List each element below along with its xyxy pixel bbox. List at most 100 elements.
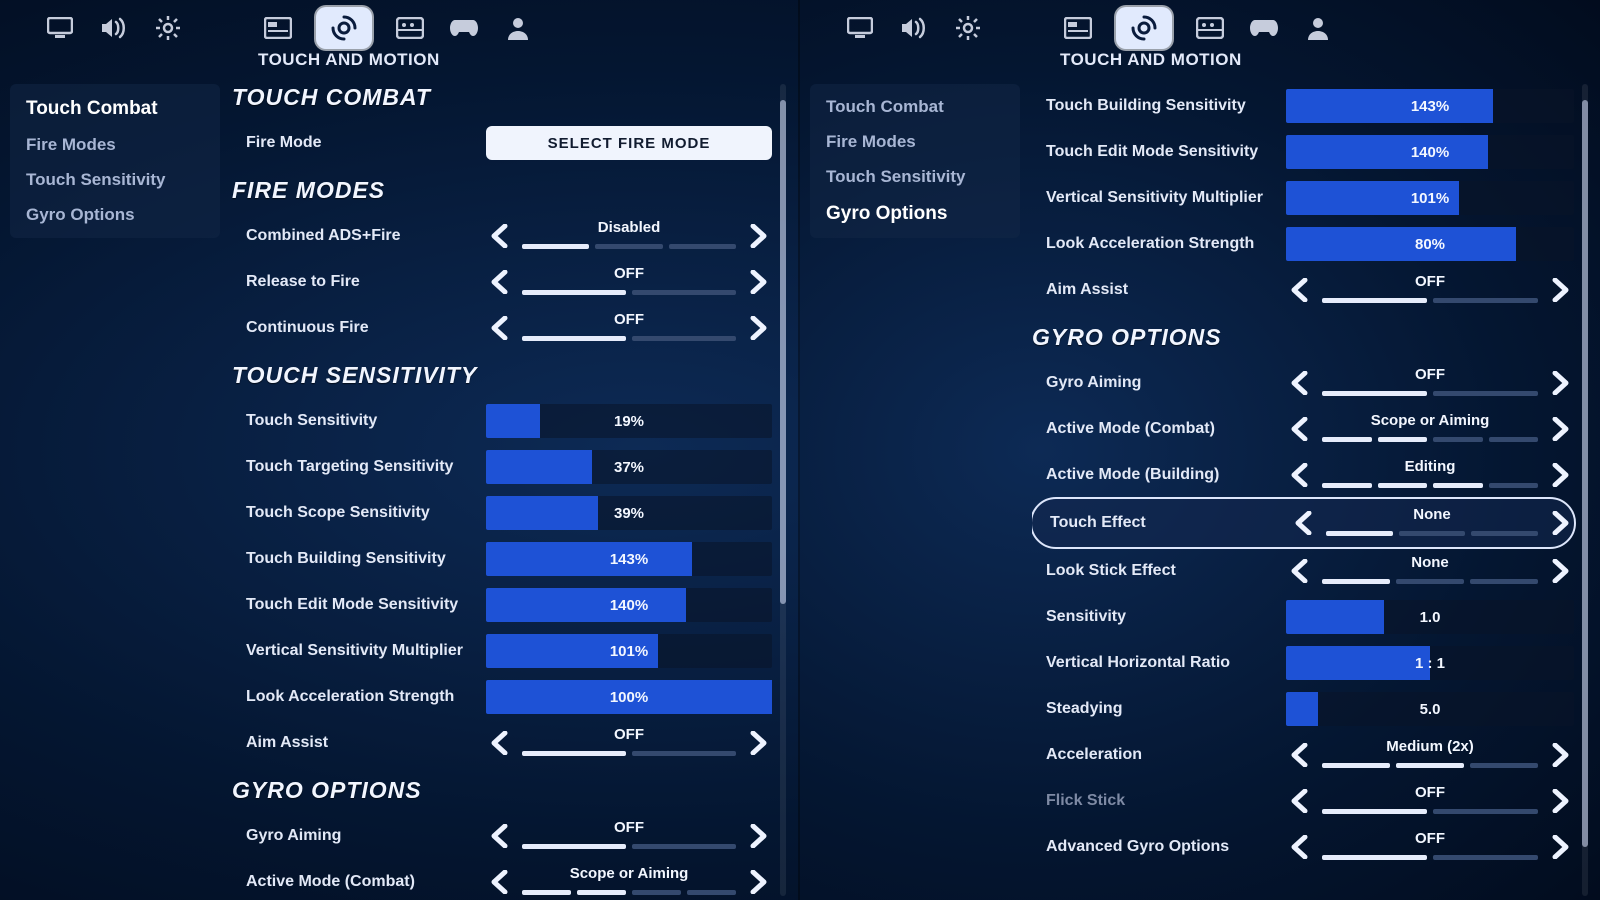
slider[interactable]: 100% — [486, 680, 772, 714]
selector-track[interactable]: OFF — [522, 313, 736, 343]
slider[interactable]: 5.0 — [1286, 692, 1574, 726]
sidebar-item[interactable]: Touch Sensitivity — [18, 163, 212, 198]
arrow-left-icon[interactable] — [1290, 509, 1318, 537]
selector-track[interactable]: OFF — [1322, 275, 1538, 305]
selector-track[interactable]: OFF — [1322, 786, 1538, 816]
card-icon[interactable] — [262, 12, 294, 44]
sidebar-item[interactable]: Touch Combat — [18, 90, 212, 128]
arrow-right-icon[interactable] — [1546, 461, 1574, 489]
setting-control[interactable]: 39% — [486, 494, 772, 532]
slider[interactable]: 101% — [486, 634, 772, 668]
arrow-left-icon[interactable] — [486, 868, 514, 896]
setting-control[interactable]: OFF — [486, 263, 772, 301]
setting-control[interactable]: None — [1290, 504, 1574, 542]
arrow-right-icon[interactable] — [744, 268, 772, 296]
setting-control[interactable]: 37% — [486, 448, 772, 486]
arrow-left-icon[interactable] — [1286, 276, 1314, 304]
setting-control[interactable]: OFF — [486, 309, 772, 347]
setting-control[interactable]: 140% — [1286, 133, 1574, 171]
setting-control[interactable]: Editing — [1286, 456, 1574, 494]
arrow-left-icon[interactable] — [486, 822, 514, 850]
slider[interactable]: 19% — [486, 404, 772, 438]
gamepad-icon[interactable] — [448, 12, 480, 44]
arrow-right-icon[interactable] — [1546, 787, 1574, 815]
arrow-right-icon[interactable] — [744, 729, 772, 757]
slider[interactable]: 143% — [486, 542, 772, 576]
selector-track[interactable]: Scope or Aiming — [522, 867, 736, 896]
selector-track[interactable]: OFF — [1322, 832, 1538, 862]
sidebar-item[interactable]: Touch Sensitivity — [818, 160, 1012, 195]
movie-icon[interactable] — [394, 12, 426, 44]
arrow-right-icon[interactable] — [744, 868, 772, 896]
setting-control[interactable]: Medium (2x) — [1286, 736, 1574, 774]
setting-control[interactable]: 143% — [1286, 87, 1574, 125]
setting-control[interactable]: OFF — [486, 817, 772, 855]
scrollbar[interactable] — [1582, 84, 1588, 896]
slider[interactable]: 101% — [1286, 181, 1574, 215]
setting-control[interactable]: 100% — [486, 678, 772, 716]
setting-control[interactable]: 101% — [1286, 179, 1574, 217]
setting-control[interactable]: SELECT FIRE MODE — [486, 124, 772, 162]
user-icon[interactable] — [502, 12, 534, 44]
select-button[interactable]: SELECT FIRE MODE — [486, 126, 772, 160]
selector-track[interactable]: Medium (2x) — [1322, 740, 1538, 770]
arrow-left-icon[interactable] — [1286, 787, 1314, 815]
arrow-left-icon[interactable] — [486, 314, 514, 342]
slider[interactable]: 140% — [1286, 135, 1574, 169]
arrow-right-icon[interactable] — [1546, 509, 1574, 537]
selector-track[interactable]: OFF — [1322, 368, 1538, 398]
arrow-left-icon[interactable] — [1286, 369, 1314, 397]
arrow-left-icon[interactable] — [486, 729, 514, 757]
setting-control[interactable]: 1.0 — [1286, 598, 1574, 636]
setting-control[interactable]: 143% — [486, 540, 772, 578]
gear-icon[interactable] — [152, 12, 184, 44]
arrow-right-icon[interactable] — [1546, 557, 1574, 585]
setting-control[interactable]: 80% — [1286, 225, 1574, 263]
slider[interactable]: 140% — [486, 588, 772, 622]
arrow-left-icon[interactable] — [1286, 415, 1314, 443]
sidebar-item[interactable]: Fire Modes — [18, 128, 212, 163]
arrow-left-icon[interactable] — [486, 222, 514, 250]
speaker-icon[interactable] — [98, 12, 130, 44]
user-icon[interactable] — [1302, 12, 1334, 44]
arrow-right-icon[interactable] — [744, 822, 772, 850]
arrow-left-icon[interactable] — [1286, 461, 1314, 489]
setting-control[interactable]: OFF — [486, 724, 772, 762]
slider[interactable]: 37% — [486, 450, 772, 484]
selector-track[interactable]: None — [1326, 508, 1538, 538]
setting-control[interactable]: 140% — [486, 586, 772, 624]
setting-control[interactable]: 1 : 1 — [1286, 644, 1574, 682]
arrow-left-icon[interactable] — [1286, 557, 1314, 585]
arrow-right-icon[interactable] — [1546, 415, 1574, 443]
slider[interactable]: 39% — [486, 496, 772, 530]
slider[interactable]: 80% — [1286, 227, 1574, 261]
arrow-right-icon[interactable] — [1546, 833, 1574, 861]
selector-track[interactable]: None — [1322, 556, 1538, 586]
arrow-right-icon[interactable] — [1546, 369, 1574, 397]
gear-icon[interactable] — [952, 12, 984, 44]
slider[interactable]: 1 : 1 — [1286, 646, 1574, 680]
sidebar-item[interactable]: Gyro Options — [18, 198, 212, 233]
setting-control[interactable]: Scope or Aiming — [486, 863, 772, 896]
setting-control[interactable]: OFF — [1286, 828, 1574, 866]
monitor-icon[interactable] — [844, 12, 876, 44]
arrow-right-icon[interactable] — [744, 222, 772, 250]
sidebar-item[interactable]: Touch Combat — [818, 90, 1012, 125]
arrow-left-icon[interactable] — [486, 268, 514, 296]
setting-control[interactable]: Scope or Aiming — [1286, 410, 1574, 448]
scrollbar[interactable] — [780, 84, 786, 896]
setting-control[interactable]: None — [1286, 552, 1574, 590]
monitor-icon[interactable] — [44, 12, 76, 44]
arrow-right-icon[interactable] — [744, 314, 772, 342]
arrow-right-icon[interactable] — [1546, 276, 1574, 304]
selector-track[interactable]: OFF — [522, 267, 736, 297]
sidebar-item[interactable]: Gyro Options — [818, 195, 1012, 233]
selector-track[interactable]: OFF — [522, 821, 736, 851]
setting-control[interactable]: 5.0 — [1286, 690, 1574, 728]
selector-track[interactable]: OFF — [522, 728, 736, 758]
speaker-icon[interactable] — [898, 12, 930, 44]
selector-track[interactable]: Scope or Aiming — [1322, 414, 1538, 444]
gamepad-icon[interactable] — [1248, 12, 1280, 44]
arrow-left-icon[interactable] — [1286, 741, 1314, 769]
slider[interactable]: 143% — [1286, 89, 1574, 123]
